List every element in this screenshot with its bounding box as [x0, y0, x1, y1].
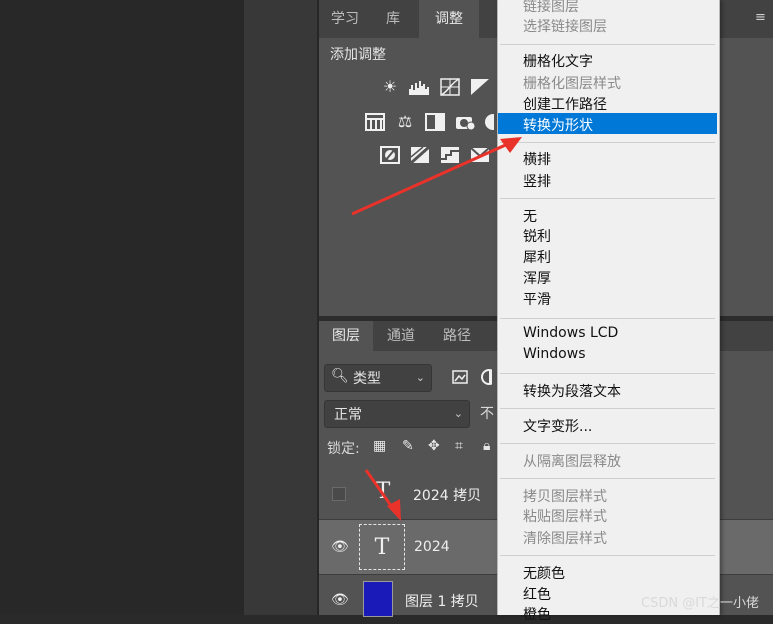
threshold-icon[interactable] [439, 145, 461, 165]
tab-paths[interactable]: 路径 [431, 321, 483, 351]
photo-filter-icon[interactable] [454, 112, 476, 132]
menu-separator [500, 142, 715, 143]
menu-item-windows[interactable]: Windows [523, 346, 586, 362]
exposure-icon[interactable] [469, 77, 491, 97]
visibility-toggle-off[interactable] [332, 487, 346, 501]
menu-separator [500, 373, 715, 374]
menu-separator [500, 44, 715, 45]
lock-all-icon[interactable]: 🔒︎ [483, 438, 490, 454]
blend-mode-dropdown[interactable]: 正常 ⌄ [324, 400, 470, 428]
layer-name: 2024 [414, 539, 450, 555]
menu-item-rasterize-type[interactable]: 栅格化文字 [523, 51, 593, 71]
chevron-down-icon: ⌄ [453, 407, 463, 420]
menu-item-windows-lcd[interactable]: Windows LCD [523, 325, 618, 341]
lock-label: 锁定: [327, 441, 360, 457]
menu-item-aa-sharp[interactable]: 锐利 [523, 226, 551, 246]
menu-item-aa-crisp[interactable]: 犀利 [523, 247, 551, 267]
menu-item-paste-style[interactable]: 粘贴图层样式 [523, 506, 607, 526]
menu-separator [500, 198, 715, 199]
invert-icon[interactable] [379, 145, 401, 165]
menu-item-red[interactable]: 红色 [523, 584, 551, 604]
menu-separator [500, 408, 715, 409]
menu-item-copy-style[interactable]: 拷贝图层样式 [523, 486, 607, 506]
tab-learn[interactable]: 学习 [319, 0, 371, 38]
menu-item-link-layers[interactable]: 链接图层 [523, 0, 579, 16]
vibrance-icon[interactable] [364, 112, 386, 132]
search-icon: 🔍︎ [331, 368, 349, 384]
eye-icon[interactable]: 👁︎ [331, 539, 349, 555]
menu-separator [500, 318, 715, 319]
menu-item-aa-strong[interactable]: 浑厚 [523, 268, 551, 288]
menu-separator [500, 555, 715, 556]
menu-item-convert-paragraph[interactable]: 转换为段落文本 [523, 381, 621, 401]
document-canvas [0, 0, 244, 615]
eye-icon[interactable]: 👁︎ [331, 592, 349, 608]
tab-adjustments[interactable]: 调整 [419, 0, 479, 38]
menu-item-clear-style[interactable]: 清除图层样式 [523, 528, 607, 548]
chevron-down-icon: ⌄ [415, 371, 425, 384]
lock-position-icon[interactable]: ✥ [428, 438, 440, 454]
layer-thumbnail [363, 581, 393, 617]
text-layer-icon: T [375, 479, 391, 504]
menu-item-release-isolation[interactable]: 从隔离图层释放 [523, 451, 621, 471]
menu-item-aa-none[interactable]: 无 [523, 206, 537, 226]
menu-item-convert-to-shape[interactable]: 转换为形状 [523, 115, 593, 135]
menu-item-warp-text[interactable]: 文字变形... [523, 416, 592, 436]
brightness-icon[interactable]: ☀ [379, 77, 401, 97]
layer-thumbnail: T [359, 524, 405, 570]
menu-item-vertical[interactable]: 竖排 [523, 171, 551, 191]
blend-mode-value: 正常 [334, 407, 362, 423]
watermark: CSDN @IT之一小佬 [641, 596, 759, 611]
layer-name: 2024 拷贝 [413, 488, 482, 504]
lock-transparent-icon[interactable]: ▦ [373, 438, 386, 454]
filter-type-label: 类型 [353, 371, 381, 387]
posterize-icon[interactable] [409, 145, 431, 165]
lock-image-icon[interactable]: ✎ [402, 438, 414, 454]
color-balance-icon[interactable]: ⚖ [394, 112, 416, 132]
curves-icon[interactable] [439, 77, 461, 97]
tab-library[interactable]: 库 [371, 0, 415, 38]
menu-separator [500, 478, 715, 479]
menu-item-select-linked[interactable]: 选择链接图层 [523, 16, 607, 36]
menu-item-no-color[interactable]: 无颜色 [523, 563, 565, 583]
filter-pixel-icon[interactable] [449, 367, 471, 387]
black-white-icon[interactable] [424, 112, 446, 132]
levels-icon[interactable] [408, 77, 430, 97]
menu-item-create-work-path[interactable]: 创建工作路径 [523, 94, 607, 114]
channel-mixer-icon[interactable] [482, 112, 494, 132]
gradient-map-icon[interactable] [469, 145, 491, 165]
canvas-pasteboard [244, 0, 318, 615]
menu-item-horizontal[interactable]: 横排 [523, 149, 551, 169]
filter-adjustment-icon[interactable] [478, 367, 492, 387]
menu-item-rasterize-style[interactable]: 栅格化图层样式 [523, 73, 621, 93]
menu-item-aa-smooth[interactable]: 平滑 [523, 289, 551, 309]
layer-filter-dropdown[interactable]: 🔍︎ 类型 ⌄ [324, 364, 432, 392]
tab-layers[interactable]: 图层 [319, 321, 373, 351]
tab-channels[interactable]: 通道 [375, 321, 427, 351]
layer-name: 图层 1 拷贝 [405, 594, 479, 610]
menu-item-orange[interactable]: 橙色 [523, 604, 551, 624]
panel-menu-icon[interactable]: ≡ [755, 10, 766, 25]
menu-separator [500, 443, 715, 444]
lock-artboard-icon[interactable]: ⌗ [455, 438, 463, 454]
opacity-label: 不 [480, 406, 494, 422]
text-layer-icon: T [374, 535, 390, 560]
adjustments-title: 添加调整 [330, 47, 386, 63]
